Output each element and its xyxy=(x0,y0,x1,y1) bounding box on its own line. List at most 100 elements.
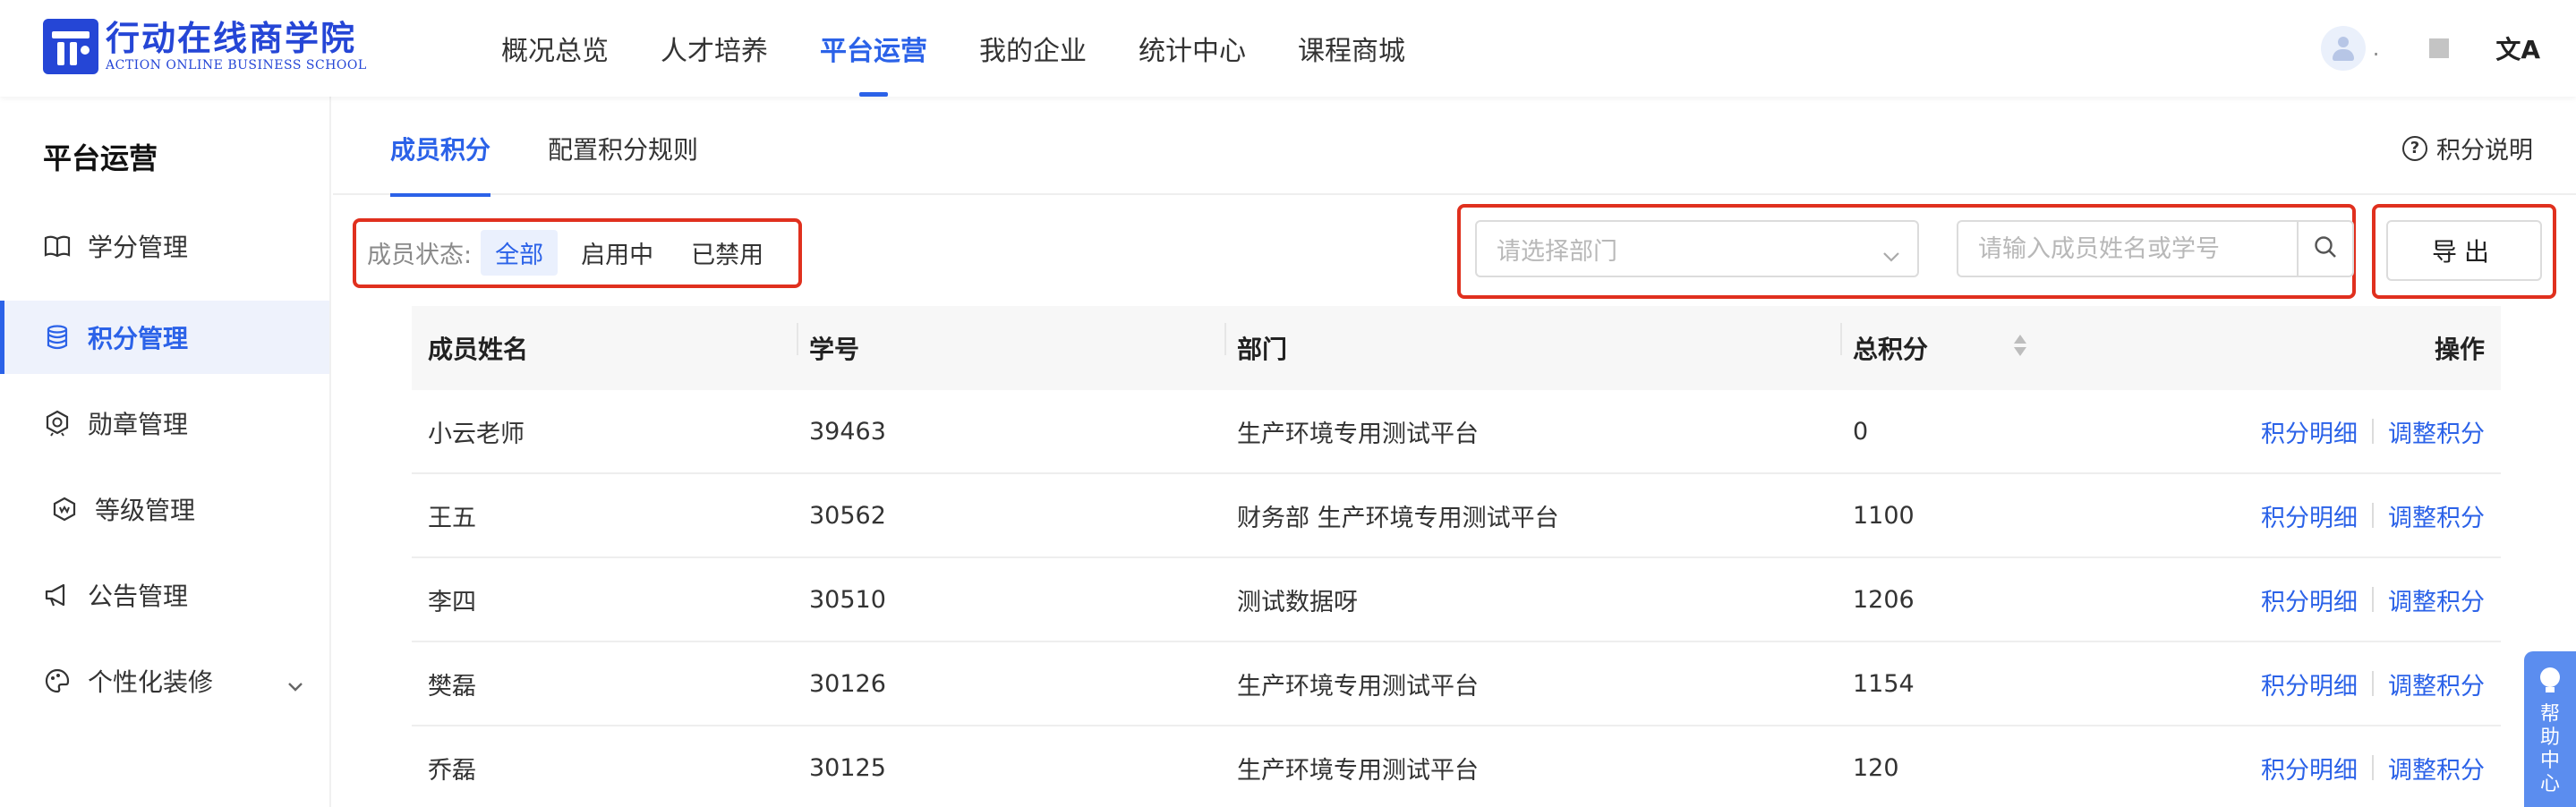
action-divider xyxy=(2372,587,2374,612)
adjust-points-link[interactable]: 调整积分 xyxy=(2388,751,2485,786)
member-search-input[interactable] xyxy=(1957,220,2299,277)
adjust-points-link[interactable]: 调整积分 xyxy=(2388,582,2485,617)
cell-points: 0 xyxy=(1853,417,1869,446)
points-detail-link[interactable]: 积分明细 xyxy=(2261,751,2358,786)
help-center-button[interactable]: 帮助中心 xyxy=(2524,651,2576,807)
adjust-points-link[interactable]: 调整积分 xyxy=(2388,414,2485,449)
tab-bar: 成员积分 配置积分规则 ? 积分说明 xyxy=(333,97,2576,197)
adjust-points-link[interactable]: 调整积分 xyxy=(2388,667,2485,701)
column-header-department: 部门 xyxy=(1224,323,1287,366)
cell-department: 财务部 生产环境专用测试平台 xyxy=(1237,504,1559,532)
cell-id: 30125 xyxy=(809,753,886,782)
logo-title: 行动在线商学院 xyxy=(106,19,357,58)
search-icon xyxy=(2313,234,2338,263)
main-content: 成员积分 配置积分规则 ? 积分说明 成员状态: 全部 启用中 已禁用 请选择部… xyxy=(333,97,2576,807)
table-row: 小云老师 39463 生产环境专用测试平台 0 积分明细 调整积分 xyxy=(412,390,2501,474)
sidebar-item-label: 学分管理 xyxy=(88,233,189,262)
chevron-down-icon[interactable] xyxy=(286,669,304,699)
book-icon xyxy=(41,234,73,258)
cell-department: 生产环境专用测试平台 xyxy=(1237,756,1479,785)
palette-icon xyxy=(41,668,73,693)
table-row: 樊磊 30126 生产环境专用测试平台 1154 积分明细 调整积分 xyxy=(412,642,2501,726)
cell-name: 李四 xyxy=(428,588,476,616)
sidebar-item-customization[interactable]: 个性化装修 xyxy=(0,644,329,718)
filter-all[interactable]: 全部 xyxy=(481,229,559,276)
header-user-area: . 文A xyxy=(2320,0,2540,97)
cell-department: 测试数据呀 xyxy=(1237,588,1358,616)
username[interactable]: . xyxy=(2373,36,2380,61)
tab-point-rules[interactable]: 配置积分规则 xyxy=(548,131,698,195)
question-circle-icon: ? xyxy=(2402,135,2427,161)
tab-member-points[interactable]: 成员积分 xyxy=(390,131,491,197)
filter-enabled[interactable]: 启用中 xyxy=(567,230,668,276)
sidebar-item-label: 积分管理 xyxy=(88,324,189,353)
nav-talent[interactable]: 人才培养 xyxy=(661,0,768,97)
cell-points: 1206 xyxy=(1853,585,1915,614)
avatar[interactable] xyxy=(2320,26,2366,71)
sidebar-title: 平台运营 xyxy=(43,141,158,175)
row-actions: 积分明细 调整积分 xyxy=(2261,751,2485,786)
cell-name: 乔磊 xyxy=(428,756,476,785)
cell-points: 1100 xyxy=(1853,501,1915,530)
department-select[interactable]: 请选择部门 xyxy=(1475,220,1919,277)
nav-overview[interactable]: 概况总览 xyxy=(501,0,609,97)
top-header: 行动在线商学院 ACTION ONLINE BUSINESS SCHOOL 概况… xyxy=(0,0,2576,97)
placeholder-square-icon xyxy=(2429,38,2450,58)
cell-id: 39463 xyxy=(809,417,886,446)
table-row: 王五 30562 财务部 生产环境专用测试平台 1100 积分明细 调整积分 xyxy=(412,474,2501,558)
sort-icon[interactable] xyxy=(2014,335,2026,361)
action-divider xyxy=(2372,755,2374,780)
action-divider xyxy=(2372,503,2374,528)
logo[interactable]: 行动在线商学院 ACTION ONLINE BUSINESS SCHOOL xyxy=(43,16,367,77)
medal-icon xyxy=(41,410,73,437)
export-button[interactable]: 导出 xyxy=(2386,220,2542,281)
points-detail-link[interactable]: 积分明细 xyxy=(2261,582,2358,617)
nav-platform-ops[interactable]: 平台运营 xyxy=(820,0,927,97)
column-header-name: 成员姓名 xyxy=(428,335,529,364)
sidebar: 平台运营 学分管理 积分管理 勋章管理 等级管理 公告管理 个性化装修 xyxy=(0,97,331,807)
action-divider xyxy=(2372,671,2374,696)
column-header-id: 学号 xyxy=(796,323,859,366)
nav-course-mall[interactable]: 课程商城 xyxy=(1298,0,1405,97)
cell-department: 生产环境专用测试平台 xyxy=(1237,420,1479,448)
nav-my-company[interactable]: 我的企业 xyxy=(979,0,1087,97)
cell-name: 樊磊 xyxy=(428,672,476,701)
table-row: 乔磊 30125 生产环境专用测试平台 120 积分明细 调整积分 xyxy=(412,726,2501,807)
filter-disabled[interactable]: 已禁用 xyxy=(677,230,778,276)
cell-id: 30562 xyxy=(809,501,886,530)
sidebar-item-label: 公告管理 xyxy=(88,582,189,611)
row-actions: 积分明细 调整积分 xyxy=(2261,582,2485,617)
row-actions: 积分明细 调整积分 xyxy=(2261,414,2485,449)
cell-id: 30510 xyxy=(809,585,886,614)
department-select-placeholder: 请选择部门 xyxy=(1497,237,1617,266)
cell-name: 小云老师 xyxy=(428,420,525,448)
nav-stats[interactable]: 统计中心 xyxy=(1139,0,1246,97)
sidebar-item-announcements[interactable]: 公告管理 xyxy=(0,558,329,632)
points-detail-link[interactable]: 积分明细 xyxy=(2261,667,2358,701)
points-detail-link[interactable]: 积分明细 xyxy=(2261,414,2358,449)
sidebar-item-medals[interactable]: 勋章管理 xyxy=(0,387,329,460)
cell-points: 120 xyxy=(1853,753,1899,782)
megaphone-icon xyxy=(41,582,73,607)
sidebar-item-points[interactable]: 积分管理 xyxy=(0,301,329,374)
logo-mark-icon xyxy=(43,19,98,74)
adjust-points-link[interactable]: 调整积分 xyxy=(2388,498,2485,533)
search-button[interactable] xyxy=(2297,220,2354,277)
table-row: 李四 30510 测试数据呀 1206 积分明细 调整积分 xyxy=(412,558,2501,642)
logo-subtitle: ACTION ONLINE BUSINESS SCHOOL xyxy=(106,58,367,72)
sidebar-item-credits[interactable]: 学分管理 xyxy=(0,209,329,283)
translate-icon[interactable]: 文A xyxy=(2495,30,2540,66)
lightbulb-icon xyxy=(2540,667,2560,692)
points-explanation-link[interactable]: ? 积分说明 xyxy=(2402,131,2533,166)
cell-id: 30126 xyxy=(809,669,886,698)
logo-text: 行动在线商学院 ACTION ONLINE BUSINESS SCHOOL xyxy=(106,20,367,73)
sidebar-item-levels[interactable]: 等级管理 xyxy=(0,472,329,546)
table-header: 成员姓名 学号 部门 总积分 操作 xyxy=(412,306,2501,390)
row-actions: 积分明细 调整积分 xyxy=(2261,667,2485,701)
points-detail-link[interactable]: 积分明细 xyxy=(2261,498,2358,533)
main-nav: 概况总览 人才培养 平台运营 我的企业 统计中心 课程商城 xyxy=(501,0,1457,97)
column-header-points[interactable]: 总积分 xyxy=(1839,323,1928,366)
sidebar-item-label: 个性化装修 xyxy=(88,667,214,697)
cell-name: 王五 xyxy=(428,504,476,532)
level-icon xyxy=(48,497,81,522)
